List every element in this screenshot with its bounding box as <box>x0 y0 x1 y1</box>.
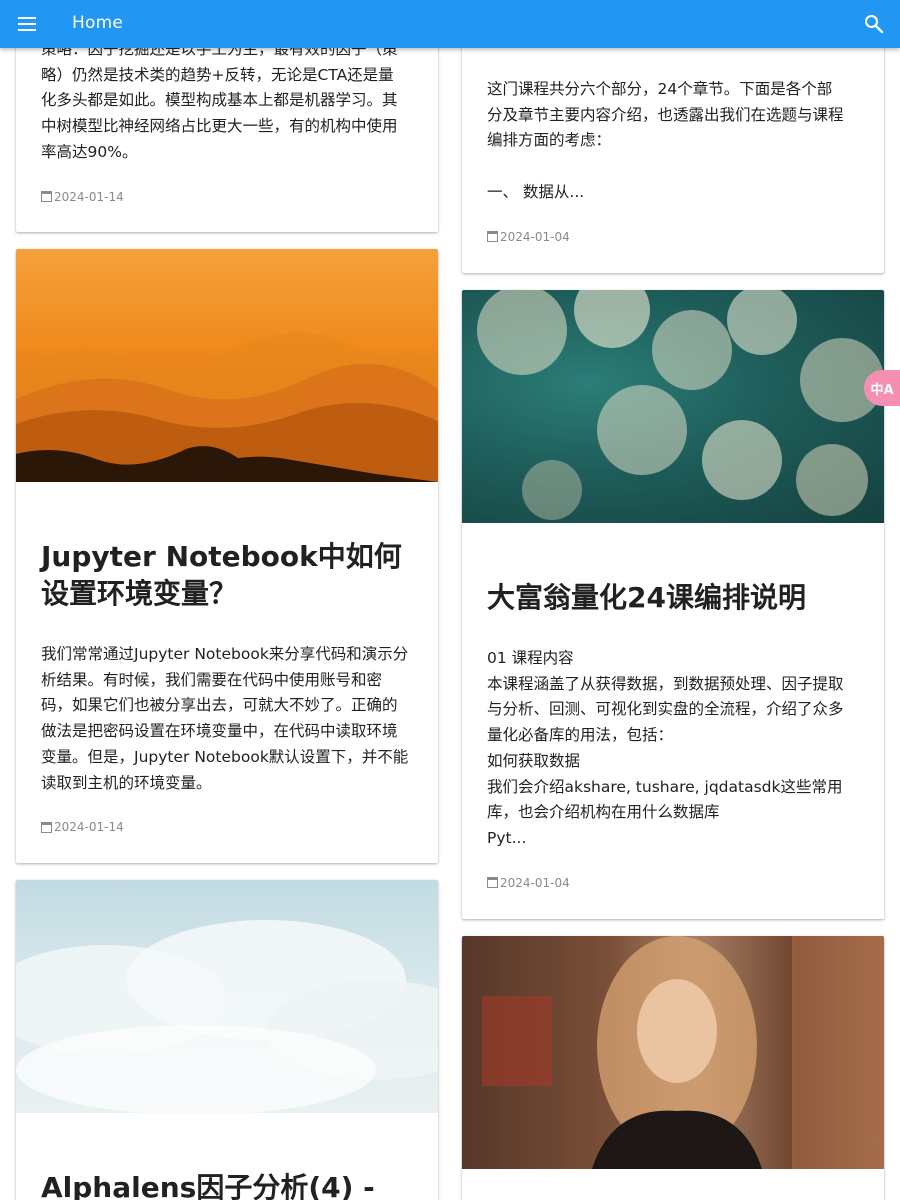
post-cover-image[interactable] <box>16 880 438 1113</box>
post-summary: 我们常常通过Jupyter Notebook来分享代码和演示分 析结果。有时候，… <box>41 642 413 796</box>
summary-line: 编排方面的考虑： <box>487 131 612 150</box>
post-title[interactable]: 大富翁量化24课编排说明 <box>487 579 859 616</box>
summary-line: 01 课程内容 <box>487 649 574 667</box>
summary-line: 变量。但是，Jupyter Notebook默认设置下，并不能 <box>41 747 409 766</box>
summary-line: 率高达90%。 <box>41 142 138 161</box>
summary-line: 略）仍然是技术类的趋势+反转，无论是CTA还是量 <box>41 65 394 84</box>
post-card[interactable]: 大富翁量化24课编排说明 01 课程内容 本课程涵盖了从获得数据，到数据预处理、… <box>462 290 884 919</box>
post-summary: 01 课程内容 本课程涵盖了从获得数据，到数据预处理、因子提取 与分析、回测、可… <box>487 646 859 852</box>
post-cover-image[interactable] <box>462 936 884 1169</box>
post-title[interactable]: Alphalens因子分析(4) - <box>41 1169 413 1200</box>
post-summary: 这门课程共分六个部分，24个章节。下面是各个部 分及章节主要内容介绍，也透露出我… <box>487 77 859 206</box>
post-summary: 策略：因子挖掘还是以手工为主，最有效的因子（策 略）仍然是技术类的趋势+反转，无… <box>41 37 413 166</box>
summary-line: 我们常常通过Jupyter Notebook来分享代码和演示分 <box>41 645 409 663</box>
post-date: 2024-01-14 <box>41 190 413 204</box>
translate-icon: 中A <box>870 382 894 398</box>
summary-line: 做法是把密码设置在环境变量中，在代码中读取环境 <box>41 722 398 741</box>
summary-line: 码，如果它们也被分享出去，可就大不妙了。正确的 <box>41 696 398 715</box>
summary-line: 库，也会介绍机构在用什么数据库 <box>487 803 720 822</box>
summary-line: 量化必备库的用法，包括： <box>487 726 674 745</box>
post-date-text: 2024-01-14 <box>54 820 124 835</box>
calendar-icon <box>487 231 498 242</box>
summary-line: 如何获取数据 <box>487 751 581 770</box>
post-cover-image[interactable] <box>16 249 438 482</box>
summary-line: 我们会介绍akshare, tushare, jqdatasdk这些常用 <box>487 777 843 796</box>
summary-line <box>487 154 859 180</box>
post-date: 2024-01-04 <box>487 876 859 890</box>
post-date-text: 2024-01-04 <box>500 229 570 244</box>
post-date-text: 2024-01-14 <box>54 189 124 204</box>
post-date-text: 2024-01-04 <box>500 875 570 890</box>
post-card[interactable]: Alphalens因子分析(4) - <box>16 880 438 1200</box>
calendar-icon <box>41 191 52 203</box>
post-date: 2024-01-04 <box>487 230 859 244</box>
summary-line: 化多头都是如此。模型构成基本上都是机器学习。其 <box>41 91 398 110</box>
translate-float-button[interactable]: 中A <box>864 370 900 406</box>
post-date: 2024-01-14 <box>41 820 413 834</box>
summary-line: 这门课程共分六个部分，24个章节。下面是各个部 <box>487 80 833 98</box>
app-bar: Home <box>0 0 900 48</box>
summary-line: 中树模型比神经网络占比更大一些，有的机构中使用 <box>41 117 398 136</box>
post-cover-image[interactable] <box>462 290 884 523</box>
post-title[interactable]: Jupyter Notebook中如何设置环境变量？ <box>41 538 413 612</box>
summary-line: 本课程涵盖了从获得数据，到数据预处理、因子提取 <box>487 674 844 693</box>
summary-line: 一、 数据从... <box>487 182 585 201</box>
calendar-icon <box>41 821 52 833</box>
menu-icon[interactable] <box>16 14 40 34</box>
app-title[interactable]: Home <box>72 13 123 33</box>
calendar-icon <box>487 877 498 889</box>
post-card[interactable]: Jupyter Notebook中如何设置环境变量？ 我们常常通过Jupyter… <box>16 249 438 863</box>
summary-line: 析结果。有时候，我们需要在代码中使用账号和密 <box>41 670 383 689</box>
post-card[interactable] <box>462 936 884 1200</box>
summary-line: 读取到主机的环境变量。 <box>41 773 212 792</box>
summary-line: 分及章节主要内容介绍，也透露出我们在选题与课程 <box>487 105 844 124</box>
summary-line: 与分析、回测、可视化到实盘的全流程，介绍了众多 <box>487 700 844 719</box>
summary-line: Pyt... <box>487 828 527 847</box>
search-icon[interactable] <box>862 12 886 36</box>
